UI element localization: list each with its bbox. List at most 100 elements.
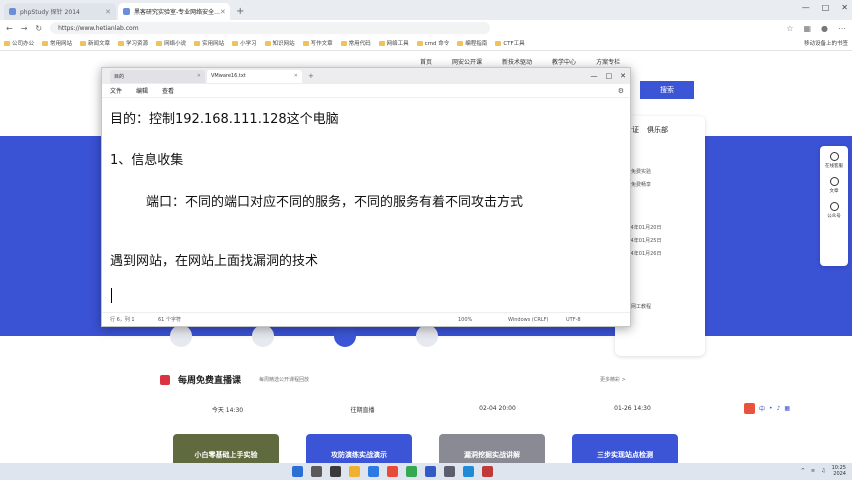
sidebar-item-service[interactable]: 在线客服 [825,152,843,169]
card-line[interactable]: 在线网工教程 [621,303,705,310]
browser-tab-label: phpStudy 探针 2014 [20,9,80,16]
cursor-position: 行 6，列 1 [110,317,135,323]
site-search-button[interactable]: 搜索 [640,81,694,99]
task-view-icon[interactable] [330,466,341,477]
punctuation-icon[interactable]: • [769,405,773,412]
profile-icon[interactable]: ● [821,24,828,33]
menu-file[interactable]: 文件 [110,86,122,95]
app-icon[interactable] [406,466,417,477]
bookmark-item[interactable]: 小学习 [232,39,257,47]
close-window-icon[interactable]: ✕ [620,72,626,80]
card-line: 2024年01月20日 [621,225,662,231]
back-icon[interactable]: ← [6,24,13,33]
bookmark-item[interactable]: 知识网站 [264,39,295,47]
maximize-icon[interactable]: □ [606,72,613,80]
bookmark-item[interactable]: CTF工具 [495,39,525,47]
vmware-icon[interactable] [444,466,455,477]
volume-icon[interactable]: ♫ [821,468,825,474]
bookmark-item[interactable]: 公司办公 [4,39,34,47]
folder-icon [264,40,271,46]
notepad-tab-label: VMware16.txt [211,73,246,79]
system-tray: ^ ≋ ♫ 10:25 2024 [801,465,846,477]
site-nav-item[interactable]: 方案专栏 [596,57,620,66]
course-card[interactable]: 攻防演练实战演示 [306,434,412,464]
close-icon[interactable]: ✕ [220,8,226,16]
app-icon[interactable] [463,466,474,477]
bookmark-item[interactable]: 学习资源 [118,39,148,47]
course-section-subtitle: 每周精选公开课程回放 [259,377,310,383]
browser-icon[interactable] [368,466,379,477]
forward-icon[interactable]: → [21,24,28,33]
close-icon[interactable]: ✕ [197,73,201,79]
notepad-tab-0[interactable]: 目的 ✕ [110,69,205,83]
line-ending: Windows (CRLF) [508,316,549,323]
app-icon[interactable] [482,466,493,477]
start-icon[interactable] [292,466,303,477]
site-nav-item[interactable]: 教学中心 [552,57,576,66]
hero-link[interactable]: 俱乐部 [647,125,668,135]
bookmark-item[interactable]: 网络小说 [156,39,186,47]
card-line: 实验免费畅享 [621,182,652,188]
bookmark-item[interactable]: cmd 命令 [416,39,449,47]
course-card[interactable]: 三步实现站点检测 [572,434,678,464]
minimize-icon[interactable]: — [802,3,810,12]
file-explorer-icon[interactable] [349,466,360,477]
feature-icon[interactable] [334,325,356,347]
sogou-icon[interactable] [744,403,755,414]
course-card[interactable]: 小白零基础上手实验 [173,434,279,464]
clock[interactable]: 10:25 2024 [832,465,846,477]
keyboard-icon[interactable]: ▦ [784,405,790,412]
extensions-icon[interactable]: ▦ [803,24,811,33]
site-nav-item[interactable]: 新技术驱动 [502,57,532,66]
mobile-bookmarks[interactable]: 移动设备上的书签 [802,39,848,47]
folder-icon [42,40,49,46]
bookmark-item[interactable]: 常用代码 [340,39,371,47]
close-icon[interactable]: ✕ [294,73,298,79]
close-icon[interactable]: ✕ [105,8,111,16]
search-icon[interactable] [311,466,322,477]
bookmark-item[interactable]: 常用网站 [42,39,72,47]
new-tab-icon[interactable]: + [308,72,314,80]
chevron-up-icon[interactable]: ^ [801,468,805,474]
floating-sidebar: 在线客服 文章 公众号 [820,146,848,266]
browser-tab-1[interactable]: 黑客研究实验室-专业网络安全... ✕ [118,3,230,20]
site-nav-item[interactable]: 网安公开课 [452,57,482,66]
headset-icon [829,152,839,161]
bookmark-item[interactable]: 网络工具 [378,39,409,47]
sidebar-item-article[interactable]: 文章 [829,177,839,194]
sidebar-item-wechat[interactable]: 公众号 [827,202,841,219]
bookmark-item[interactable]: 编程指南 [457,39,487,47]
tab-favicon-icon [123,8,130,15]
close-window-icon[interactable]: ✕ [841,3,848,12]
url-input[interactable]: https://www.hetianlab.com [50,22,491,34]
tab-favicon-icon [9,8,16,15]
menu-edit[interactable]: 编辑 [136,86,148,95]
course-more-link[interactable]: 更多精彩 > [600,376,626,383]
mic-icon[interactable]: ♪ [777,405,781,412]
bookmark-item[interactable]: 实用网站 [194,39,224,47]
notepad-editor[interactable]: 目的：控制192.168.111.128这个电脑 1、信息收集 端口：不同的端口… [102,98,630,312]
menu-icon[interactable]: ⋯ [838,24,846,33]
wifi-icon[interactable]: ≋ [811,468,815,474]
minimize-icon[interactable]: — [591,72,598,80]
maximize-icon[interactable]: □ [822,3,830,12]
menu-view[interactable]: 查看 [162,86,174,95]
ime-mode-icon[interactable]: 中 [759,404,765,413]
app-icon[interactable] [387,466,398,477]
notepad-icon[interactable] [425,466,436,477]
feature-icon[interactable] [170,325,192,347]
settings-icon[interactable]: ⚙ [618,87,624,95]
reload-icon[interactable]: ↻ [35,24,42,33]
star-icon[interactable]: ☆ [786,24,793,33]
feature-icon[interactable] [252,325,274,347]
feature-icon[interactable] [416,325,438,347]
site-nav-item[interactable]: 首页 [420,57,432,66]
course-card[interactable]: 漏洞挖掘实战讲解 [439,434,545,464]
bookmark-item[interactable]: 写作文章 [302,39,333,47]
bookmark-item[interactable]: 新闻文章 [80,39,110,47]
browser-tab-0[interactable]: phpStudy 探针 2014 ✕ [4,3,116,20]
notepad-tab-1[interactable]: VMware16.txt ✕ [207,69,302,83]
browser-tab-bar: phpStudy 探针 2014 ✕ 黑客研究实验室-专业网络安全... ✕ +… [0,0,852,20]
new-tab-icon[interactable]: + [236,6,244,17]
char-count: 61 个字符 [158,317,181,323]
